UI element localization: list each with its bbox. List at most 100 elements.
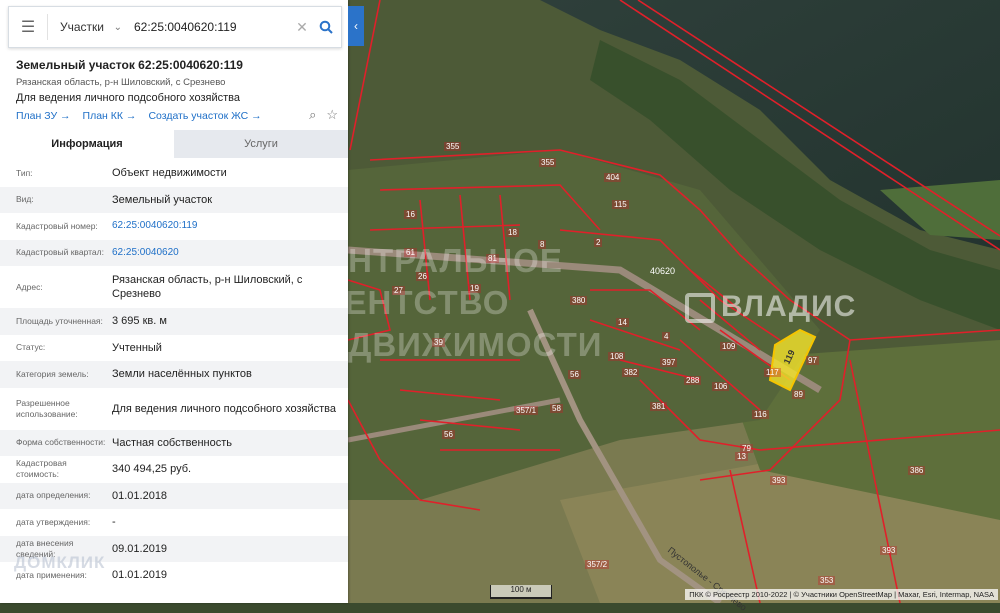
search-icon[interactable] xyxy=(311,20,341,34)
parcel-number-label[interactable]: 97 xyxy=(806,356,819,365)
card-tools: ⌕ ☆ xyxy=(309,107,338,123)
parcel-number-label[interactable]: 108 xyxy=(608,352,626,361)
brand-name: ВЛАДИС xyxy=(721,290,857,323)
parcel-number-label[interactable]: 116 xyxy=(752,410,769,419)
parcel-number-label[interactable]: 39 xyxy=(432,338,445,347)
parcel-number-label[interactable]: 355 xyxy=(539,158,557,167)
card-links: План ЗУ → План КК → Создать участок ЖС → xyxy=(16,110,262,122)
detail-value: Для ведения личного подсобного хозяйства xyxy=(112,402,336,415)
parcel-number-label[interactable]: 355 xyxy=(444,142,462,151)
tab-info[interactable]: Информация xyxy=(0,130,174,158)
parcel-number-label[interactable]: 106 xyxy=(712,382,730,391)
scale-bar: 100 м xyxy=(490,585,552,599)
detail-value: Земли населённых пунктов xyxy=(112,368,252,381)
detail-label: Кадастровый номер: xyxy=(16,220,98,231)
detail-label: Кадастровый квартал: xyxy=(16,247,104,258)
chevron-left-icon: ‹ xyxy=(354,19,358,33)
parcel-number-label[interactable]: 393 xyxy=(880,546,898,555)
detail-label: дата утверждения: xyxy=(16,516,91,527)
close-icon[interactable]: ✕ xyxy=(293,19,311,36)
parcel-number-label[interactable]: 89 xyxy=(792,390,805,399)
detail-value: 3 695 кв. м xyxy=(112,315,167,328)
detail-value: 01.01.2018 xyxy=(112,489,168,502)
detail-row: дата утверждения: - xyxy=(0,509,348,536)
parcel-number-label[interactable]: 18 xyxy=(506,228,519,237)
parcel-number-label[interactable]: 382 xyxy=(622,368,640,377)
parcel-number-label[interactable]: 8 xyxy=(538,240,547,249)
detail-row: дата определения: 01.01.2018 xyxy=(0,482,348,509)
layer-select[interactable]: Участки ⌄ xyxy=(48,20,128,34)
detail-label: Адрес: xyxy=(16,281,43,292)
parcel-number-label[interactable]: 109 xyxy=(720,342,738,351)
parcel-number-label[interactable]: 288 xyxy=(684,376,702,385)
quarter-label: 40620 xyxy=(650,266,676,276)
detail-label: Разрешенное использование: xyxy=(16,397,78,419)
detail-label: Категория земель: xyxy=(16,368,89,379)
detail-value: 340 494,25 руб. xyxy=(112,463,192,476)
parcel-number-label[interactable]: 2 xyxy=(594,238,603,247)
detail-value[interactable]: 62:25:0040620:119 xyxy=(112,217,348,235)
detail-value: 01.01.2019 xyxy=(112,569,168,582)
chevron-down-icon: ⌄ xyxy=(113,21,122,33)
detail-value: 09.01.2019 xyxy=(112,542,168,555)
detail-row: Адрес: Рязанская область, р-н Шиловский, … xyxy=(0,266,348,308)
parcel-number-label[interactable]: 357/2 xyxy=(585,560,610,569)
plan-kk-link[interactable]: План КК → xyxy=(83,110,137,122)
parcel-number-label[interactable]: 79 xyxy=(740,444,753,453)
search-bar: ☰ Участки ⌄ ✕ xyxy=(8,6,342,48)
tab-services[interactable]: Услуги xyxy=(174,130,348,158)
parcel-number-label[interactable]: 58 xyxy=(550,404,563,413)
parcel-number-label[interactable]: 381 xyxy=(650,402,668,411)
parcel-number-label[interactable]: 397 xyxy=(660,358,678,367)
parcel-number-label[interactable]: 27 xyxy=(392,286,405,295)
parcel-location: Рязанская область, р-н Шиловский, с Срез… xyxy=(16,77,226,88)
parcel-number-label[interactable]: 16 xyxy=(404,210,417,219)
detail-row: Площадь уточненная: 3 695 кв. м xyxy=(0,308,348,335)
detail-value: Объект недвижимости xyxy=(112,167,227,180)
parcel-number-label[interactable]: 13 xyxy=(735,452,748,461)
parcel-number-label[interactable]: 404 xyxy=(604,173,622,182)
detail-label: Статус: xyxy=(16,342,46,353)
detail-row: Кадастровая стоимость: 340 494,25 руб. xyxy=(0,456,348,483)
plan-zu-link[interactable]: План ЗУ → xyxy=(16,110,71,122)
parcel-number-label[interactable]: 56 xyxy=(568,370,581,379)
search-input[interactable] xyxy=(128,11,293,43)
detail-label: Вид: xyxy=(16,194,34,205)
parcel-number-label[interactable]: 117 xyxy=(764,368,781,377)
detail-label: Площадь уточненная: xyxy=(16,315,103,326)
detail-value: Земельный участок xyxy=(112,193,213,206)
star-icon[interactable]: ☆ xyxy=(326,107,338,123)
brand-logo: ВЛАДИС xyxy=(685,290,856,324)
detail-label: Тип: xyxy=(16,167,33,178)
parcel-number-label[interactable]: 19 xyxy=(468,284,481,293)
detail-row: Вид: Земельный участок xyxy=(0,186,348,213)
detail-row: Кадастровый номер: 62:25:0040620:119 xyxy=(0,213,348,240)
parcel-number-label[interactable]: 115 xyxy=(612,200,629,209)
parcel-number-label[interactable]: 380 xyxy=(570,296,588,305)
detail-row: Кадастровый квартал: 62:25:0040620 xyxy=(0,239,348,266)
detail-value: Учтенный xyxy=(112,341,162,354)
parcel-number-label[interactable]: 56 xyxy=(442,430,455,439)
collapse-panel-button[interactable]: ‹ xyxy=(348,6,364,46)
detail-row: Форма собственности: Частная собственност… xyxy=(0,429,348,456)
detail-row: Тип: Объект недвижимости xyxy=(0,160,348,187)
parcel-number-label[interactable]: 393 xyxy=(770,476,788,485)
parcel-number-label[interactable]: 14 xyxy=(616,318,629,327)
tabs: Информация Услуги xyxy=(0,130,348,158)
create-parcel-link[interactable]: Создать участок ЖС → xyxy=(148,110,261,122)
parcel-number-label[interactable]: 353 xyxy=(818,576,836,585)
layer-select-label: Участки xyxy=(60,20,104,34)
search-document-icon[interactable]: ⌕ xyxy=(309,107,316,123)
detail-value: Частная собственность xyxy=(112,436,233,449)
parcel-number-label[interactable]: 386 xyxy=(908,466,926,475)
parcel-number-label[interactable]: 26 xyxy=(416,272,429,281)
menu-icon[interactable]: ☰ xyxy=(9,7,47,47)
parcel-number-label[interactable]: 4 xyxy=(662,332,671,341)
parcel-number-label[interactable]: 81 xyxy=(486,254,499,263)
parcel-number-label[interactable]: 357/1 xyxy=(514,406,539,415)
parcel-purpose: Для ведения личного подсобного хозяйства xyxy=(16,92,240,104)
parcel-number-label[interactable]: 61 xyxy=(404,248,417,257)
detail-label: Кадастровая стоимость: xyxy=(16,458,67,480)
map-attribution: ПКК © Росреестр 2010-2022 | © Участники … xyxy=(685,589,998,600)
detail-value[interactable]: 62:25:0040620 xyxy=(112,244,348,262)
